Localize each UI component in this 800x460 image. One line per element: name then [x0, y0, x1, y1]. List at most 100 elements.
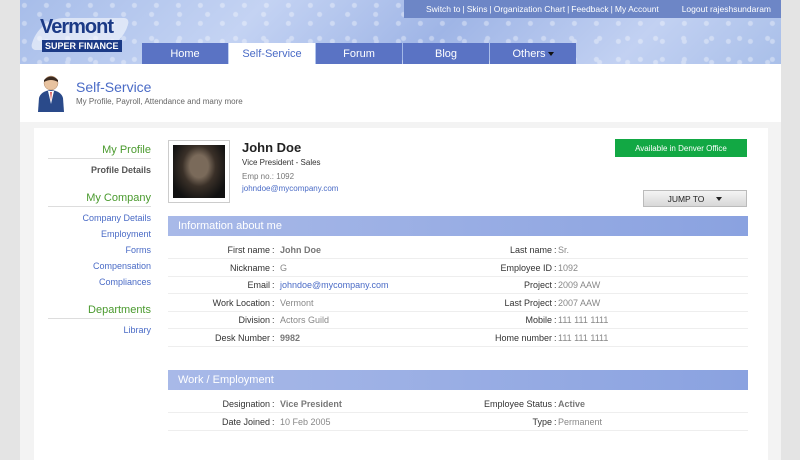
field-label: Employee ID: [500, 262, 552, 273]
sidebar-section-my-profile[interactable]: My Profile: [48, 144, 151, 159]
separator: |: [489, 4, 492, 14]
colon: :: [554, 399, 557, 409]
field-label: Employee Status: [483, 399, 552, 409]
availability-status-badge: Available in Denver Office: [615, 139, 747, 157]
tab-label: Others: [512, 47, 546, 60]
profile-email-link[interactable]: johndoe@mycompany.com: [242, 184, 338, 193]
sidebar-section-my-company[interactable]: My Company: [48, 192, 151, 207]
colon: :: [272, 332, 275, 343]
colon: :: [554, 297, 557, 308]
colon: :: [272, 262, 275, 273]
colon: :: [554, 416, 557, 427]
tab-label: Blog: [434, 47, 458, 60]
logout-link[interactable]: Logout rajeshsundaram: [682, 4, 771, 14]
header: Vermont SUPER FINANCE Switch to | Skins | Or…: [20, 0, 781, 64]
field-row: Desk Number:9982 Home number:111 111 1111: [168, 330, 748, 347]
sidebar-section-departments[interactable]: Departments: [48, 304, 151, 319]
jump-to-label: JUMP TO: [667, 193, 705, 204]
field-label: Home number: [494, 332, 552, 343]
colon: :: [554, 315, 557, 325]
profile-emp-no: Emp no.: 1092: [242, 172, 295, 181]
field-label: Work Location: [212, 297, 270, 308]
sidebar-item-profile-details[interactable]: Profile Details: [48, 162, 151, 178]
field-value: Sr.: [558, 245, 570, 255]
field-value: Actors Guild: [280, 315, 330, 325]
content-area: My Profile Profile Details My Company Co…: [20, 122, 781, 460]
field-row: Designation: Vice President Employee Statu…: [168, 396, 748, 413]
avatar: [173, 145, 225, 198]
field-value: Permanent: [558, 416, 603, 427]
top-links-bar: Switch to | Skins | Organization Chart | Feedb…: [404, 0, 781, 18]
link-my-account[interactable]: My Account: [615, 4, 659, 14]
separator: |: [610, 4, 613, 14]
colon: :: [554, 332, 557, 343]
field-value: 2009 AAW: [558, 280, 601, 290]
sidebar-item-compensation[interactable]: Compensation: [48, 258, 151, 274]
link-switch-to[interactable]: Switch to: [426, 4, 461, 14]
field-row: Work Location: Vermont Last Project:2007 A…: [168, 295, 748, 312]
link-feedback[interactable]: Feedback: [571, 4, 608, 14]
caret-down-icon: [547, 51, 554, 56]
field-value: Vice President: [280, 399, 342, 409]
field-value: 1092: [558, 262, 579, 273]
sidebar: My Profile Profile Details My Company Co…: [48, 144, 151, 338]
field-row: First name: John Doe Last name: Sr.: [168, 242, 748, 259]
field-row: Date Joined:10 Feb 2005 Type: Permanent: [168, 414, 748, 431]
profile-role: Vice President - Sales: [242, 158, 321, 167]
jump-to-dropdown[interactable]: JUMP TO: [643, 190, 747, 207]
sidebar-item-compliances[interactable]: Compliances: [48, 274, 151, 290]
field-label: Project: [523, 280, 552, 290]
colon: :: [554, 280, 557, 290]
sidebar-item-company-details[interactable]: Company Details: [48, 210, 151, 226]
field-value: 2007 AAW: [558, 297, 601, 308]
tab-self-service[interactable]: Self-Service: [229, 43, 315, 64]
separator: |: [462, 4, 465, 14]
profile-card: My Profile Profile Details My Company Co…: [34, 128, 768, 460]
link-skins[interactable]: Skins: [467, 4, 488, 14]
colon: :: [272, 280, 275, 290]
section-header-work: Work / Employment: [168, 370, 748, 390]
separator: |: [567, 4, 570, 14]
tab-label: Self-Service: [242, 47, 302, 60]
section-header-info: Information about me: [168, 216, 748, 236]
tab-label: Home: [170, 47, 200, 60]
sidebar-item-forms[interactable]: Forms: [48, 242, 152, 258]
tab-blog[interactable]: Blog: [403, 43, 489, 64]
colon: :: [272, 315, 275, 325]
profile-photo: [168, 140, 230, 203]
colon: :: [272, 297, 275, 308]
top-links: Switch to | Skins | Organization Chart | Feedb…: [426, 4, 659, 14]
main-nav: Home Self-Service Forum Blog Others: [142, 43, 577, 64]
tab-forum[interactable]: Forum: [316, 43, 402, 64]
colon: :: [554, 262, 557, 273]
link-org-chart[interactable]: Organization Chart: [494, 4, 565, 14]
tab-others[interactable]: Others: [490, 43, 576, 64]
field-label: Last name: [509, 245, 552, 255]
field-label: Nickname: [229, 262, 270, 273]
field-label: Email: [247, 280, 270, 290]
field-row: Division: Actors Guild Mobile:111 111 1111: [168, 312, 748, 329]
page-subtitle: My Profile, Payroll, Attendance and many…: [76, 97, 243, 106]
sidebar-item-library[interactable]: Library: [48, 322, 151, 338]
user-icon: [38, 75, 64, 112]
field-row: Nickname: G Employee ID:1092: [168, 260, 748, 277]
sidebar-item-employment[interactable]: Employment: [48, 226, 151, 242]
field-value: Active: [558, 399, 586, 409]
field-value: John Doe: [280, 245, 322, 255]
field-value: 10 Feb 2005: [280, 416, 331, 427]
field-value: 111 111 1111: [558, 332, 609, 343]
field-row: Email: johndoe@mycompany.com Project:2009 …: [168, 277, 748, 294]
field-label: Mobile: [525, 315, 552, 325]
field-value: 111 111 1111: [558, 315, 609, 325]
field-label: Division: [238, 315, 270, 325]
field-label: First name: [227, 245, 270, 255]
tab-home[interactable]: Home: [142, 43, 228, 64]
field-label: Type: [532, 416, 552, 427]
logo[interactable]: Vermont SUPER FINANCE: [30, 14, 130, 52]
field-value[interactable]: johndoe@mycompany.com: [280, 280, 389, 290]
tab-label: Forum: [343, 47, 375, 60]
field-value: Vermont: [280, 297, 314, 308]
field-label: Desk Number: [214, 332, 270, 343]
